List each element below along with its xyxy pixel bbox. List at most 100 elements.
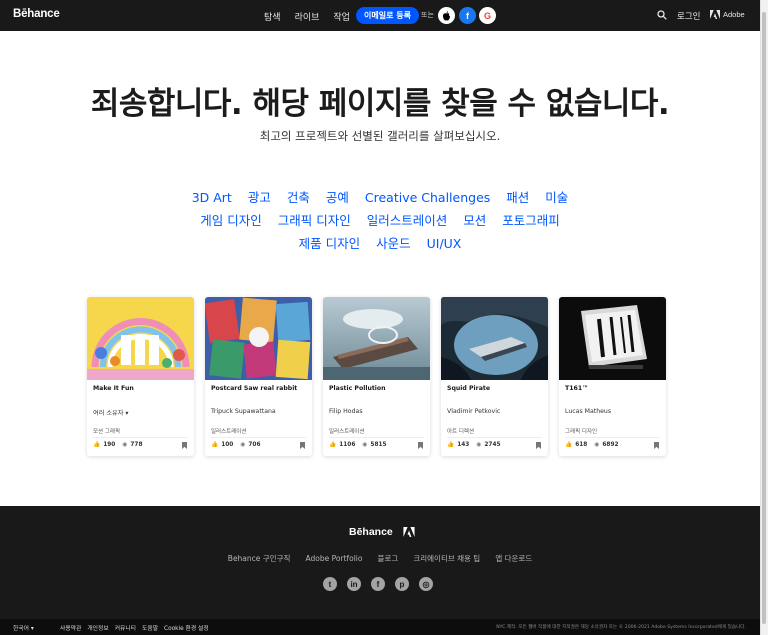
like-count: 1106 bbox=[339, 442, 356, 448]
project-owner[interactable]: Lucas Matheus bbox=[565, 408, 611, 415]
category-link[interactable]: 건축 bbox=[287, 187, 310, 209]
project-owner[interactable]: Vladimir Petkovic bbox=[447, 408, 500, 415]
bottom-bar: 한국어 ▾ 사용약관 개인정보 커뮤니티 도움말 Cookie 환경 설정 NY… bbox=[0, 619, 760, 635]
category-link[interactable]: 사운드 bbox=[376, 233, 411, 255]
page-title: 죄송합니다. 해당 페이지를 찾을 수 없습니다. bbox=[90, 86, 670, 122]
category-link[interactable]: 게임 디자인 bbox=[200, 210, 261, 232]
footer-link-hiring-tips[interactable]: 크리에이티브 채용 팁 bbox=[413, 553, 480, 564]
project-title[interactable]: Plastic Pollution bbox=[329, 385, 386, 392]
project-title[interactable]: Squid Pirate bbox=[447, 385, 490, 392]
project-stats: 👍 190 ◉ 778 bbox=[93, 442, 150, 448]
scrollbar-thumb[interactable] bbox=[762, 12, 766, 624]
facebook-icon: f bbox=[466, 10, 469, 21]
pinterest-icon[interactable]: p bbox=[395, 577, 409, 591]
privacy-link[interactable]: 개인정보 bbox=[87, 623, 108, 632]
copyright-text: NYC 제작. 모든 웹버 작품에 대한 지적권은 해당 소유권자 또는 © 2… bbox=[496, 625, 746, 630]
project-field: 일러스트레이션 bbox=[211, 429, 247, 435]
twitter-icon[interactable]: t bbox=[323, 577, 337, 591]
bookmark-icon[interactable] bbox=[536, 442, 541, 449]
project-title[interactable]: Postcard Saw real rabbit bbox=[211, 385, 297, 392]
google-icon: G bbox=[483, 10, 491, 21]
eye-icon: ◉ bbox=[122, 442, 128, 448]
category-link[interactable]: 제품 디자인 bbox=[299, 233, 360, 255]
project-card[interactable]: Make It Fun 여러 소유자 ▾ 모션 그래픽 👍 190 ◉ 778 bbox=[87, 297, 194, 456]
site-footer: Bēhance Behance 구인구직 Adobe Portfolio 블로그… bbox=[0, 506, 760, 619]
chevron-down-icon: ▾ bbox=[125, 410, 129, 417]
category-link[interactable]: 포토그래피 bbox=[502, 210, 560, 232]
email-signup-button[interactable]: 이메일로 등록 bbox=[356, 7, 419, 24]
adobe-link[interactable]: Adobe bbox=[710, 10, 745, 19]
language-selector[interactable]: 한국어 ▾ bbox=[13, 623, 34, 632]
project-card[interactable]: T161™ Lucas Matheus 그래픽 디자인 👍 618 ◉ 6892 bbox=[559, 297, 666, 456]
legal-links: 사용약관 개인정보 커뮤니티 도움말 Cookie 환경 설정 bbox=[60, 623, 209, 632]
category-link[interactable]: 그래픽 디자인 bbox=[278, 210, 351, 232]
project-card[interactable]: Postcard Saw real rabbit Tripuck Supawat… bbox=[205, 297, 312, 456]
project-owner[interactable]: Filip Hodas bbox=[329, 408, 363, 415]
like-count: 143 bbox=[457, 442, 470, 448]
project-cards: Make It Fun 여러 소유자 ▾ 모션 그래픽 👍 190 ◉ 778 Po… bbox=[87, 297, 666, 456]
category-link[interactable]: 공예 bbox=[326, 187, 349, 209]
footer-social-icons: t in f p ◎ bbox=[323, 577, 433, 591]
category-link[interactable]: 미술 bbox=[545, 187, 568, 209]
terms-link[interactable]: 사용약관 bbox=[60, 623, 81, 632]
bookmark-icon[interactable] bbox=[654, 442, 659, 449]
project-owner[interactable]: 여러 소유자 ▾ bbox=[93, 408, 129, 417]
bookmark-icon[interactable] bbox=[418, 442, 423, 449]
category-link[interactable]: 광고 bbox=[248, 187, 271, 209]
category-link[interactable]: 모션 bbox=[463, 210, 486, 232]
like-count: 618 bbox=[575, 442, 588, 448]
project-owner[interactable]: Tripuck Supawattana bbox=[211, 408, 276, 415]
facebook-icon[interactable]: f bbox=[371, 577, 385, 591]
category-link[interactable]: 일러스트레이션 bbox=[367, 210, 448, 232]
category-link[interactable]: 3D Art bbox=[192, 187, 232, 209]
community-link[interactable]: 커뮤니티 bbox=[115, 623, 136, 632]
like-count: 100 bbox=[221, 442, 234, 448]
nav-explore[interactable]: 탐색 bbox=[264, 10, 281, 23]
footer-link-jobs[interactable]: Behance 구인구직 bbox=[228, 553, 291, 564]
cookie-settings-link[interactable]: Cookie 환경 설정 bbox=[164, 623, 209, 632]
project-title[interactable]: T161™ bbox=[565, 385, 588, 392]
search-icon[interactable] bbox=[657, 10, 667, 20]
view-count: 2745 bbox=[484, 442, 501, 448]
project-thumbnail[interactable] bbox=[205, 297, 312, 380]
project-card[interactable]: Squid Pirate Vladimir Petkovic 아트 디렉션 👍 1… bbox=[441, 297, 548, 456]
nav-live[interactable]: 라이브 bbox=[295, 10, 320, 23]
category-link[interactable]: 패션 bbox=[506, 187, 529, 209]
like-count: 190 bbox=[103, 442, 116, 448]
divider bbox=[93, 437, 188, 438]
instagram-icon[interactable]: ◎ bbox=[419, 577, 433, 591]
apple-signin-button[interactable] bbox=[438, 7, 455, 24]
chevron-down-icon: ▾ bbox=[30, 626, 34, 632]
project-thumbnail[interactable] bbox=[87, 297, 194, 380]
footer-link-blog[interactable]: 블로그 bbox=[378, 553, 399, 564]
help-link[interactable]: 도움말 bbox=[142, 623, 158, 632]
bookmark-icon[interactable] bbox=[182, 442, 187, 449]
project-field: 일러스트레이션 bbox=[329, 429, 365, 435]
footer-link-app[interactable]: 앱 다운로드 bbox=[495, 553, 532, 564]
project-card[interactable]: Plastic Pollution Filip Hodas 일러스트레이션 👍 1… bbox=[323, 297, 430, 456]
project-field: 모션 그래픽 bbox=[93, 429, 121, 435]
divider bbox=[565, 437, 660, 438]
linkedin-icon[interactable]: in bbox=[347, 577, 361, 591]
project-stats: 👍 1106 ◉ 5815 bbox=[329, 442, 394, 448]
eye-icon: ◉ bbox=[594, 442, 600, 448]
facebook-signin-button[interactable]: f bbox=[459, 7, 476, 24]
category-link[interactable]: Creative Challenges bbox=[365, 187, 490, 209]
category-link[interactable]: UI/UX bbox=[427, 233, 462, 255]
footer-link-portfolio[interactable]: Adobe Portfolio bbox=[305, 554, 362, 563]
project-thumbnail[interactable] bbox=[559, 297, 666, 380]
eye-icon: ◉ bbox=[240, 442, 246, 448]
project-stats: 👍 100 ◉ 706 bbox=[211, 442, 268, 448]
project-thumbnail[interactable] bbox=[441, 297, 548, 380]
nav-jobs[interactable]: 작업 bbox=[333, 10, 350, 23]
footer-logo[interactable]: Bēhance bbox=[349, 526, 415, 538]
google-signin-button[interactable]: G bbox=[479, 7, 496, 24]
login-link[interactable]: 로그인 bbox=[677, 10, 700, 22]
project-thumbnail[interactable] bbox=[323, 297, 430, 380]
project-title[interactable]: Make It Fun bbox=[93, 385, 134, 392]
view-count: 6892 bbox=[602, 442, 619, 448]
behance-logo[interactable]: Bēhance bbox=[13, 8, 60, 20]
bookmark-icon[interactable] bbox=[300, 442, 305, 449]
or-label: 또는 bbox=[421, 11, 434, 19]
page-subtitle: 최고의 프로젝트와 선별된 갤러리를 살펴보십시오. bbox=[259, 129, 501, 143]
